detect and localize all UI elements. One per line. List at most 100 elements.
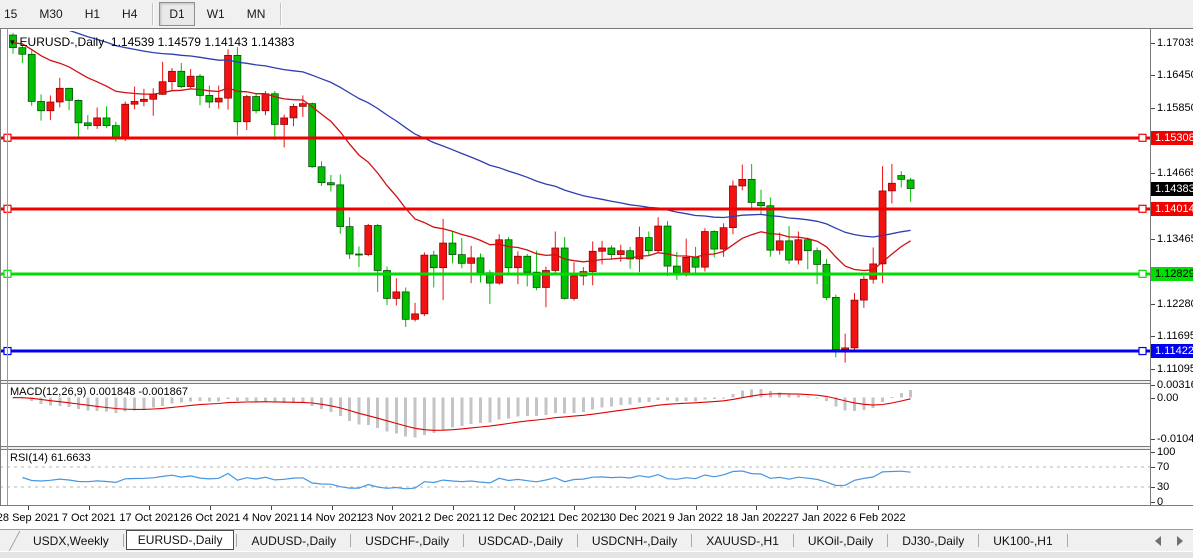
chart-symbol-period: EURUSD-,Daily	[20, 35, 105, 49]
axis-tick	[1151, 385, 1155, 386]
price-axis-label: 1.17035	[1157, 36, 1193, 50]
price-pane-canvas[interactable]	[0, 31, 1150, 380]
rsi-line	[22, 471, 910, 489]
window-border	[7, 29, 8, 505]
macd-indicator-label: MACD(12,26,9) 0.001848 -0.001867	[10, 386, 188, 398]
axis-tick	[1151, 452, 1155, 453]
tab-separator	[123, 534, 124, 547]
window-border	[0, 29, 1, 505]
axis-tick	[1151, 75, 1155, 76]
date-tick	[817, 506, 818, 510]
horizontal-level-line[interactable]	[0, 348, 1150, 355]
rsi-indicator-label: RSI(14) 61.6633	[10, 452, 91, 464]
axis-tick	[1151, 108, 1155, 109]
timeframe-h1[interactable]: H1	[75, 2, 110, 26]
price-axis-label: 1.15850	[1157, 101, 1193, 115]
chart-window: ▾ EURUSD-,Daily 1.14539 1.14579 1.14143 1…	[0, 28, 1193, 529]
date-tick	[89, 506, 90, 510]
time-axis[interactable]: 28 Sep 20217 Oct 202117 Oct 202126 Oct 2…	[0, 506, 1193, 530]
axis-tick	[1151, 398, 1155, 399]
tab-usdcnh-daily[interactable]: USDCNH-,Daily	[580, 532, 689, 550]
price-axis-label: 1.14665	[1157, 166, 1193, 180]
price-axis[interactable]: 1.17035 1.16450 1.15850 1.14665 1.13465 1.122…	[1150, 29, 1193, 505]
level-price-badge: 1.14014	[1151, 202, 1193, 216]
tab-separator	[463, 534, 464, 547]
date-tick	[210, 506, 211, 510]
timeframe-15[interactable]: 15	[0, 2, 27, 26]
rsi-pane-canvas[interactable]	[0, 450, 1150, 505]
tab-strip-notch	[0, 531, 20, 551]
axis-tick	[1151, 239, 1155, 240]
timeframe-d1[interactable]: D1	[159, 2, 194, 26]
tab-separator	[793, 534, 794, 547]
tab-usdcad-daily[interactable]: USDCAD-,Daily	[466, 532, 575, 550]
date-tick	[149, 506, 150, 510]
toolbar-separator	[152, 3, 154, 25]
date-tick	[756, 506, 757, 510]
chart-ohlc-values: 1.14539 1.14579 1.14143 1.14383	[111, 35, 295, 49]
chart-tabs-bar: USDX,Weekly EURUSD-,DailyAUDUSD-,Daily USD…	[0, 529, 1193, 556]
date-tick	[332, 506, 333, 510]
price-axis-label: 1.13465	[1157, 232, 1193, 246]
level-price-badge: 1.12829	[1151, 267, 1193, 281]
chart-dropdown-arrow-icon: ▾	[10, 37, 15, 48]
current-price-badge: 1.14383	[1151, 182, 1193, 196]
tab-separator	[691, 534, 692, 547]
rsi-axis-label: 70	[1157, 460, 1169, 474]
date-tick	[635, 506, 636, 510]
macd-axis-label: -0.01043	[1157, 432, 1193, 446]
tabs-scroll-right-icon[interactable]	[1177, 536, 1183, 546]
date-tick	[271, 506, 272, 510]
date-tick	[574, 506, 575, 510]
price-axis-label: 1.12280	[1157, 297, 1193, 311]
axis-tick	[1151, 439, 1155, 440]
timeframe-h4[interactable]: H4	[112, 2, 147, 26]
horizontal-level-line[interactable]	[0, 134, 1150, 141]
tab-separator	[978, 534, 979, 547]
rsi-axis-label: 30	[1157, 480, 1169, 494]
tab-ukoil-daily[interactable]: UKOil-,Daily	[796, 532, 885, 550]
tabs-bottom-strip	[0, 551, 1193, 558]
timeframe-toolbar: 15M30H1H4 D1W1MN	[0, 0, 1193, 29]
date-tick	[514, 506, 515, 510]
tab-separator	[887, 534, 888, 547]
axis-tick	[1151, 502, 1155, 503]
tabs-scroll-left-icon[interactable]	[1155, 536, 1161, 546]
macd-axis-label: 0.00	[1157, 391, 1178, 405]
axis-tick	[1151, 467, 1155, 468]
price-axis-label: 1.16450	[1157, 68, 1193, 82]
level-price-badge: 1.15308	[1151, 131, 1193, 145]
timeframe-m30[interactable]: M30	[29, 2, 72, 26]
fast-ma-line	[13, 43, 911, 271]
date-tick	[453, 506, 454, 510]
axis-tick	[1151, 173, 1155, 174]
level-price-badge: 1.11422	[1151, 344, 1193, 358]
axis-tick	[1151, 336, 1155, 337]
tab-usdx-weekly[interactable]: USDX,Weekly	[21, 532, 121, 550]
date-tick	[696, 506, 697, 510]
tab-xauusd-h1[interactable]: XAUUSD-,H1	[694, 532, 791, 550]
tab-separator	[1067, 534, 1068, 547]
timeframe-w1[interactable]: W1	[197, 2, 235, 26]
timeframe-mn[interactable]: MN	[237, 2, 276, 26]
tab-uk100-h1[interactable]: UK100-,H1	[981, 532, 1064, 550]
date-tick	[392, 506, 393, 510]
axis-tick	[1151, 304, 1155, 305]
tab-separator	[577, 534, 578, 547]
price-axis-label: 1.11095	[1157, 362, 1193, 376]
rsi-axis-label: 100	[1157, 445, 1175, 459]
tab-usdchf-daily[interactable]: USDCHF-,Daily	[353, 532, 461, 550]
axis-tick	[1151, 487, 1155, 488]
date-tick	[28, 506, 29, 510]
price-axis-label: 1.11695	[1157, 329, 1193, 343]
horizontal-level-line[interactable]	[0, 205, 1150, 212]
axis-tick	[1151, 369, 1155, 370]
tab-audusd-daily[interactable]: AUDUSD-,Daily	[239, 532, 348, 550]
tab-eurusd-daily[interactable]: EURUSD-,Daily	[126, 530, 235, 550]
chart-title: ▾ EURUSD-,Daily 1.14539 1.14579 1.14143 1…	[10, 35, 294, 49]
tab-separator	[236, 534, 237, 547]
slow-ma-line	[13, 31, 911, 237]
tab-dj30-daily[interactable]: DJ30-,Daily	[890, 532, 976, 550]
date-label: 6 Feb 2022	[833, 512, 923, 524]
axis-tick	[1151, 43, 1155, 44]
